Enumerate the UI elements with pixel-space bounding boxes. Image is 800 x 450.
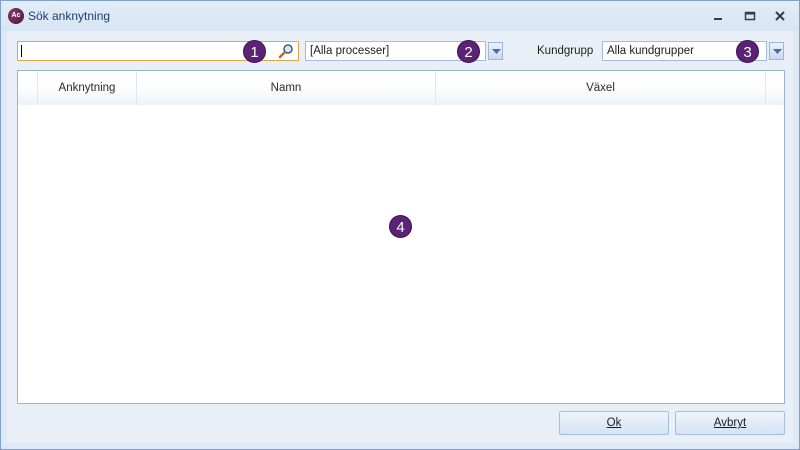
customer-group-dropdown-button[interactable]	[769, 42, 784, 60]
close-icon	[775, 11, 785, 21]
column-header-namn[interactable]: Namn	[137, 71, 436, 105]
app-logo-icon: Ac	[8, 8, 24, 24]
marker-3: 3	[736, 40, 759, 63]
minimize-button[interactable]	[707, 7, 729, 25]
minimize-icon	[714, 18, 722, 20]
cancel-button[interactable]: Avbryt	[675, 411, 785, 435]
customer-group-select-value: Alla kundgrupper	[607, 45, 694, 57]
chevron-down-icon	[773, 49, 782, 54]
marker-2: 2	[457, 40, 480, 63]
close-button[interactable]	[769, 7, 791, 25]
customer-group-label: Kundgrupp	[537, 45, 594, 57]
chevron-down-icon	[492, 49, 501, 54]
maximize-icon	[744, 11, 756, 21]
results-grid[interactable]: Anknytning Namn Växel 4	[17, 70, 785, 404]
title-bar[interactable]: Ac Sök anknytning	[1, 1, 799, 31]
text-caret	[21, 45, 22, 57]
column-header-vaxel[interactable]: Växel	[436, 71, 766, 105]
dialog-window: Ac Sök anknytning 1 [Alla processer] 2 K…	[0, 0, 800, 450]
marker-1: 1	[243, 40, 266, 63]
process-select-value: [Alla processer]	[310, 45, 390, 57]
window-title: Sök anknytning	[28, 9, 111, 23]
row-indicator-column	[18, 71, 38, 105]
process-dropdown-button[interactable]	[488, 42, 503, 60]
dialog-content: 1 [Alla processer] 2 Kundgrupp Alla kund…	[7, 31, 793, 443]
marker-4: 4	[389, 215, 412, 238]
maximize-button[interactable]	[739, 7, 761, 25]
ok-button[interactable]: Ok	[559, 411, 669, 435]
grid-header: Anknytning Namn Växel	[18, 71, 784, 105]
column-header-anknytning[interactable]: Anknytning	[38, 71, 137, 105]
magnifier-icon[interactable]	[278, 43, 294, 59]
